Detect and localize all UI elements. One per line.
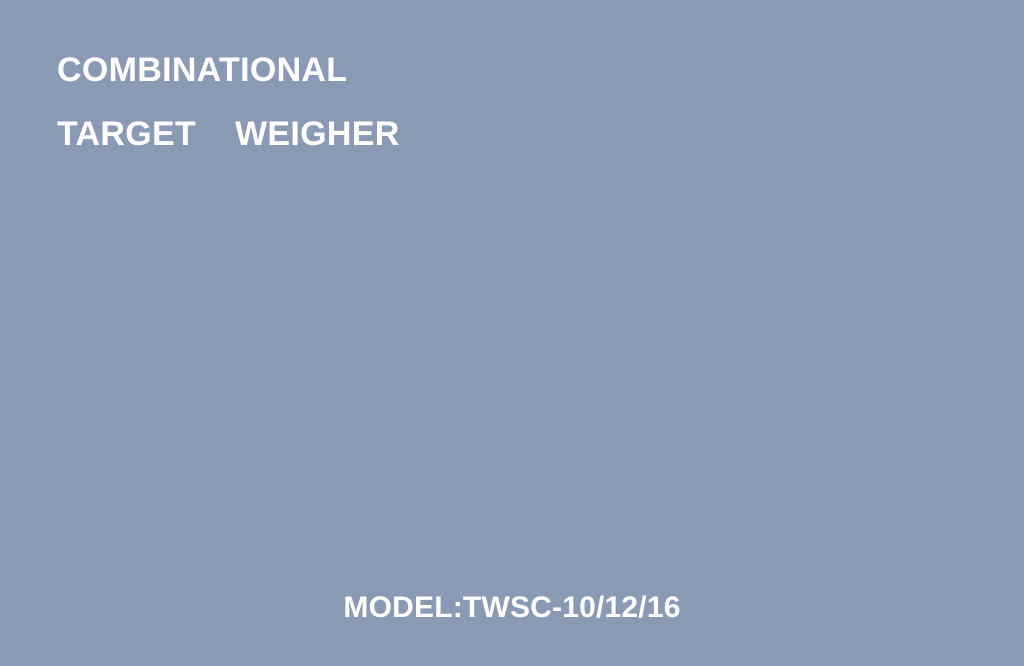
title-line-2: TARGET WEIGHER — [57, 115, 400, 153]
title-block: COMBINATIONAL TARGET WEIGHER — [57, 38, 400, 166]
model-label: MODEL:TWSC-10/12/16 — [343, 591, 681, 624]
title-line-1: COMBINATIONAL — [57, 51, 348, 89]
